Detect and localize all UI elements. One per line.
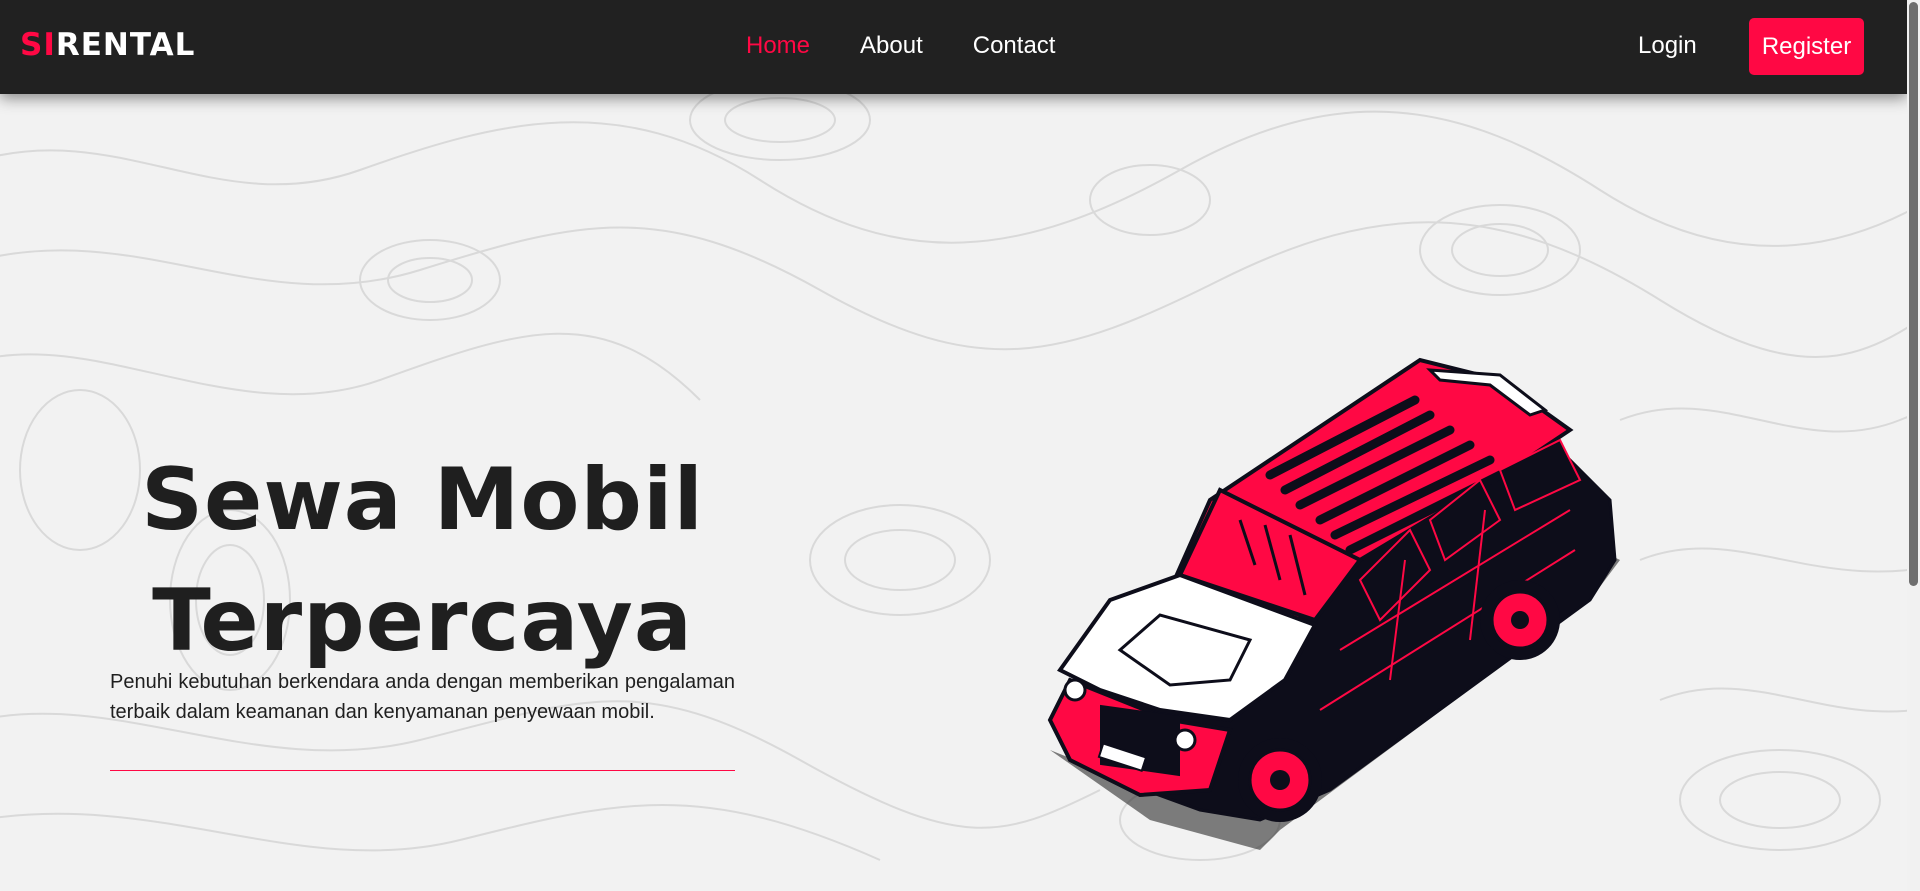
hero-title-line1: Sewa Mobil: [141, 450, 704, 550]
navbar: SIRENTAL Home About Contact Login Regist…: [0, 0, 1907, 94]
hero-title-line2: Terpercaya: [152, 571, 693, 671]
brand-accent: SI: [20, 27, 56, 63]
vertical-scrollbar[interactable]: [1907, 0, 1920, 891]
nav-link-about[interactable]: About: [860, 32, 923, 60]
hero-divider: [110, 770, 735, 771]
brand-logo[interactable]: SIRENTAL: [20, 27, 195, 63]
register-button[interactable]: Register: [1749, 18, 1864, 75]
hero-description: Penuhi kebutuhan berkendara anda dengan …: [110, 671, 735, 723]
login-button[interactable]: Login: [1638, 32, 1697, 60]
suv-car-illustration: [1047, 357, 1620, 850]
main-nav: Home About Contact: [746, 32, 1055, 60]
nav-link-home[interactable]: Home: [746, 32, 810, 60]
nav-link-contact[interactable]: Contact: [973, 32, 1056, 60]
hero-title: Sewa Mobil Terpercaya: [95, 440, 750, 682]
scrollbar-thumb[interactable]: [1909, 2, 1918, 586]
brand-rest: RENTAL: [55, 27, 196, 63]
